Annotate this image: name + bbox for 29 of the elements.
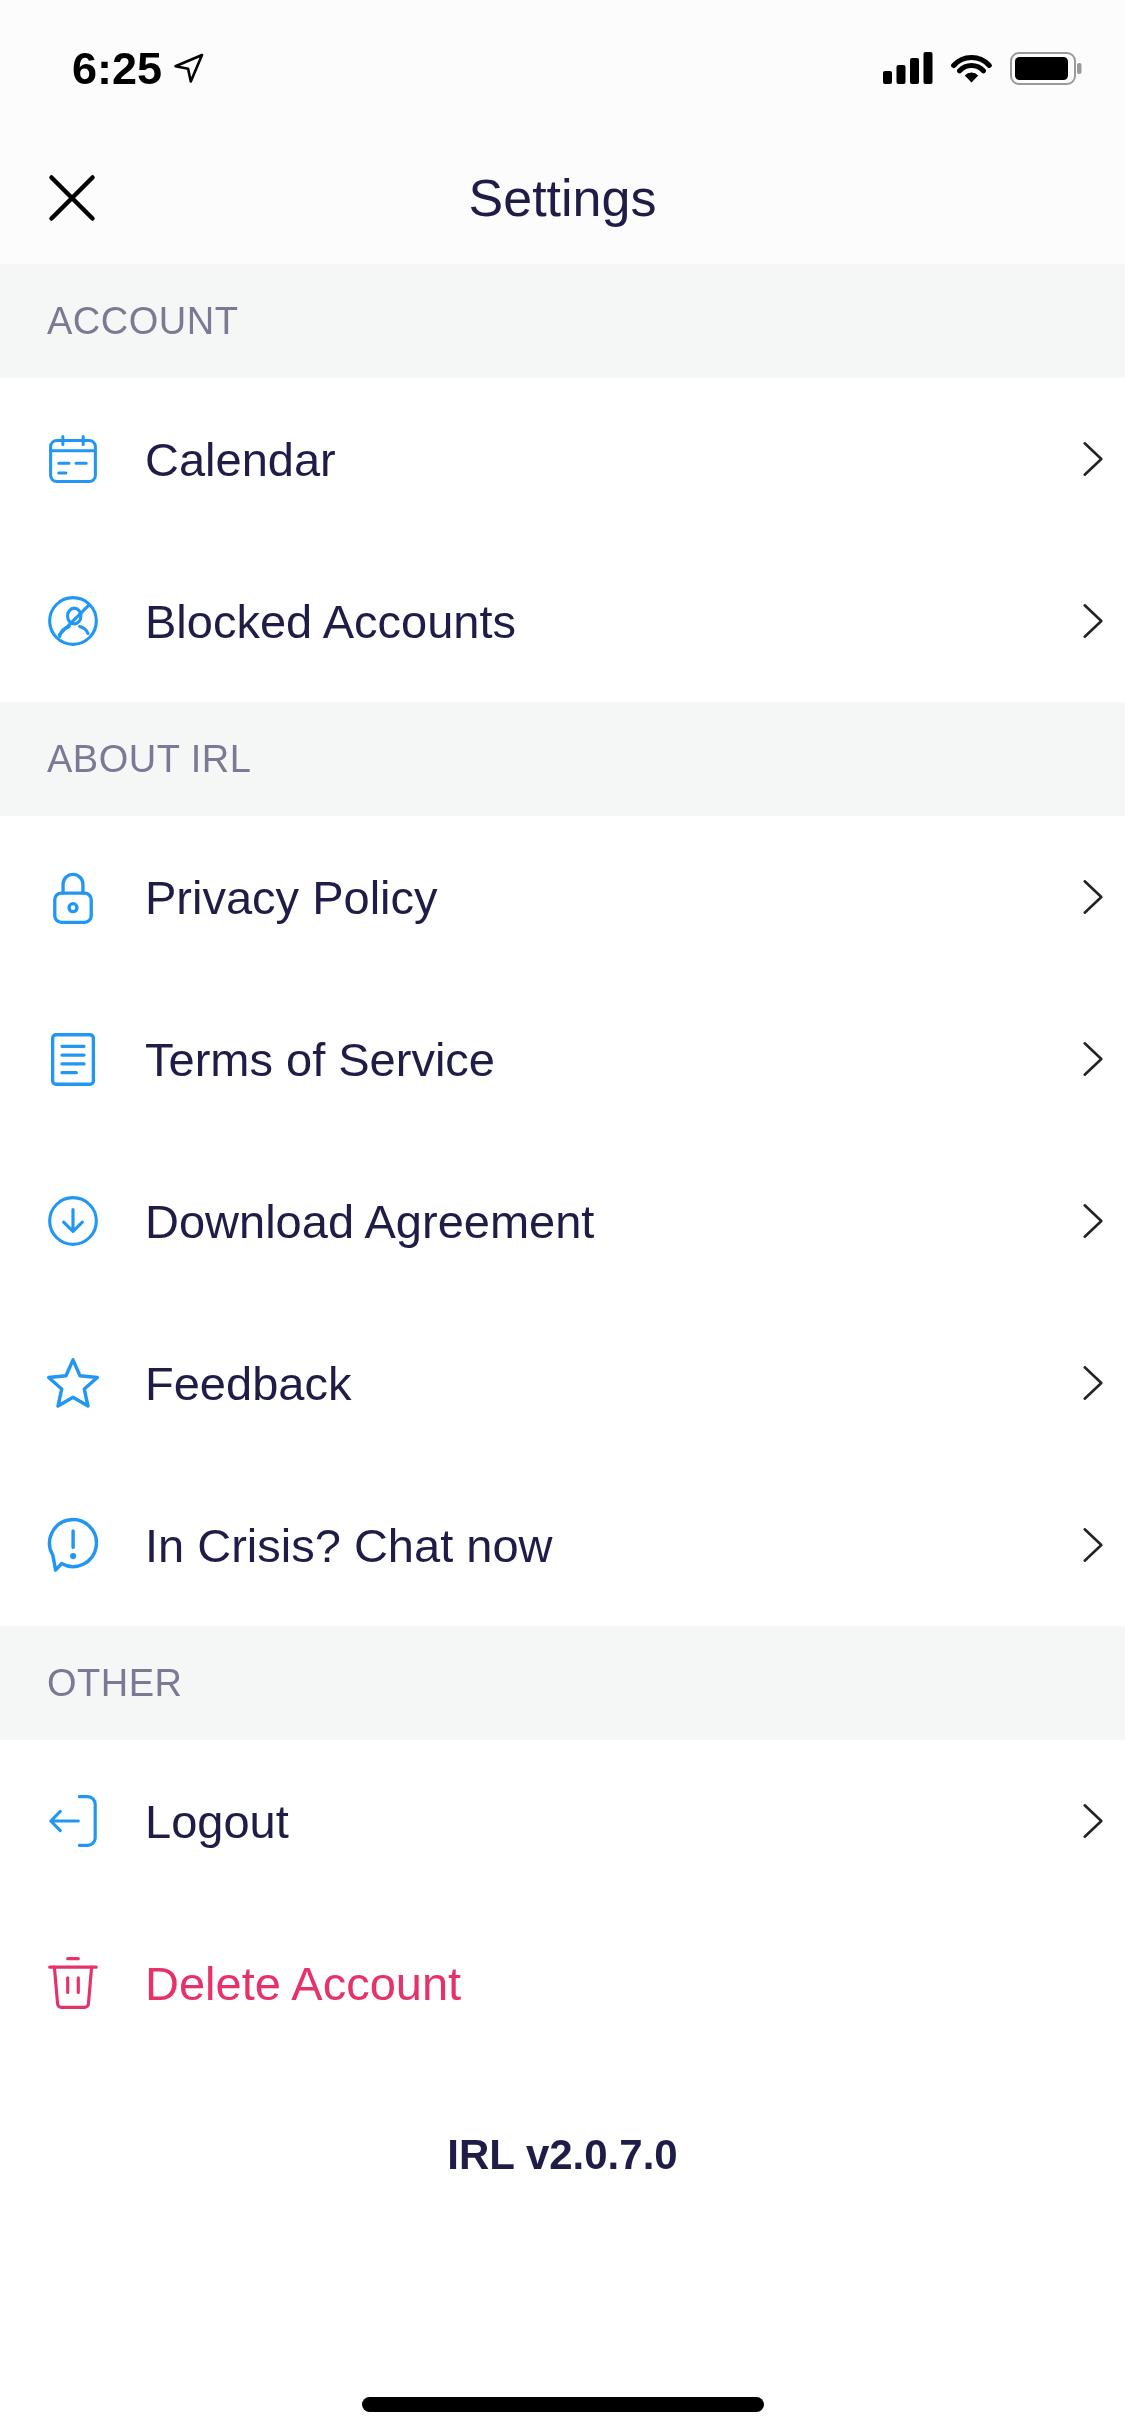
star-icon (47, 1358, 99, 1408)
chevron-right-icon (1083, 1366, 1103, 1400)
chevron-right-icon (1083, 880, 1103, 914)
chevron-right-icon (1083, 1528, 1103, 1562)
location-arrow-icon (174, 53, 205, 83)
chevron-right-icon (1083, 1042, 1103, 1076)
chevron-right-icon (1083, 1204, 1103, 1238)
lock-icon (53, 870, 93, 924)
section-header: ACCOUNT (0, 264, 1125, 378)
close-icon (49, 175, 95, 221)
wifi-icon (949, 52, 994, 84)
trash-icon (48, 1957, 98, 2009)
chevron-right-icon (1083, 442, 1103, 476)
section-header: ABOUT IRL (0, 702, 1125, 816)
version-label: IRL v2.0.7.0 (447, 2130, 678, 2180)
calendar-icon (49, 434, 97, 484)
download-icon (48, 1196, 98, 1246)
screen-title: Settings (468, 167, 657, 229)
signal-icon (883, 52, 933, 84)
chevron-right-icon (1083, 1804, 1103, 1838)
status-time: 6:25 (72, 45, 163, 91)
blocked-user-icon (48, 596, 98, 646)
chevron-right-icon (1083, 604, 1103, 638)
section-header: OTHER (0, 1626, 1125, 1740)
document-icon (51, 1032, 95, 1086)
chat-alert-icon (47, 1518, 99, 1572)
close-button[interactable] (49, 175, 95, 221)
logout-icon (48, 1795, 98, 1847)
battery-icon (1010, 51, 1082, 85)
